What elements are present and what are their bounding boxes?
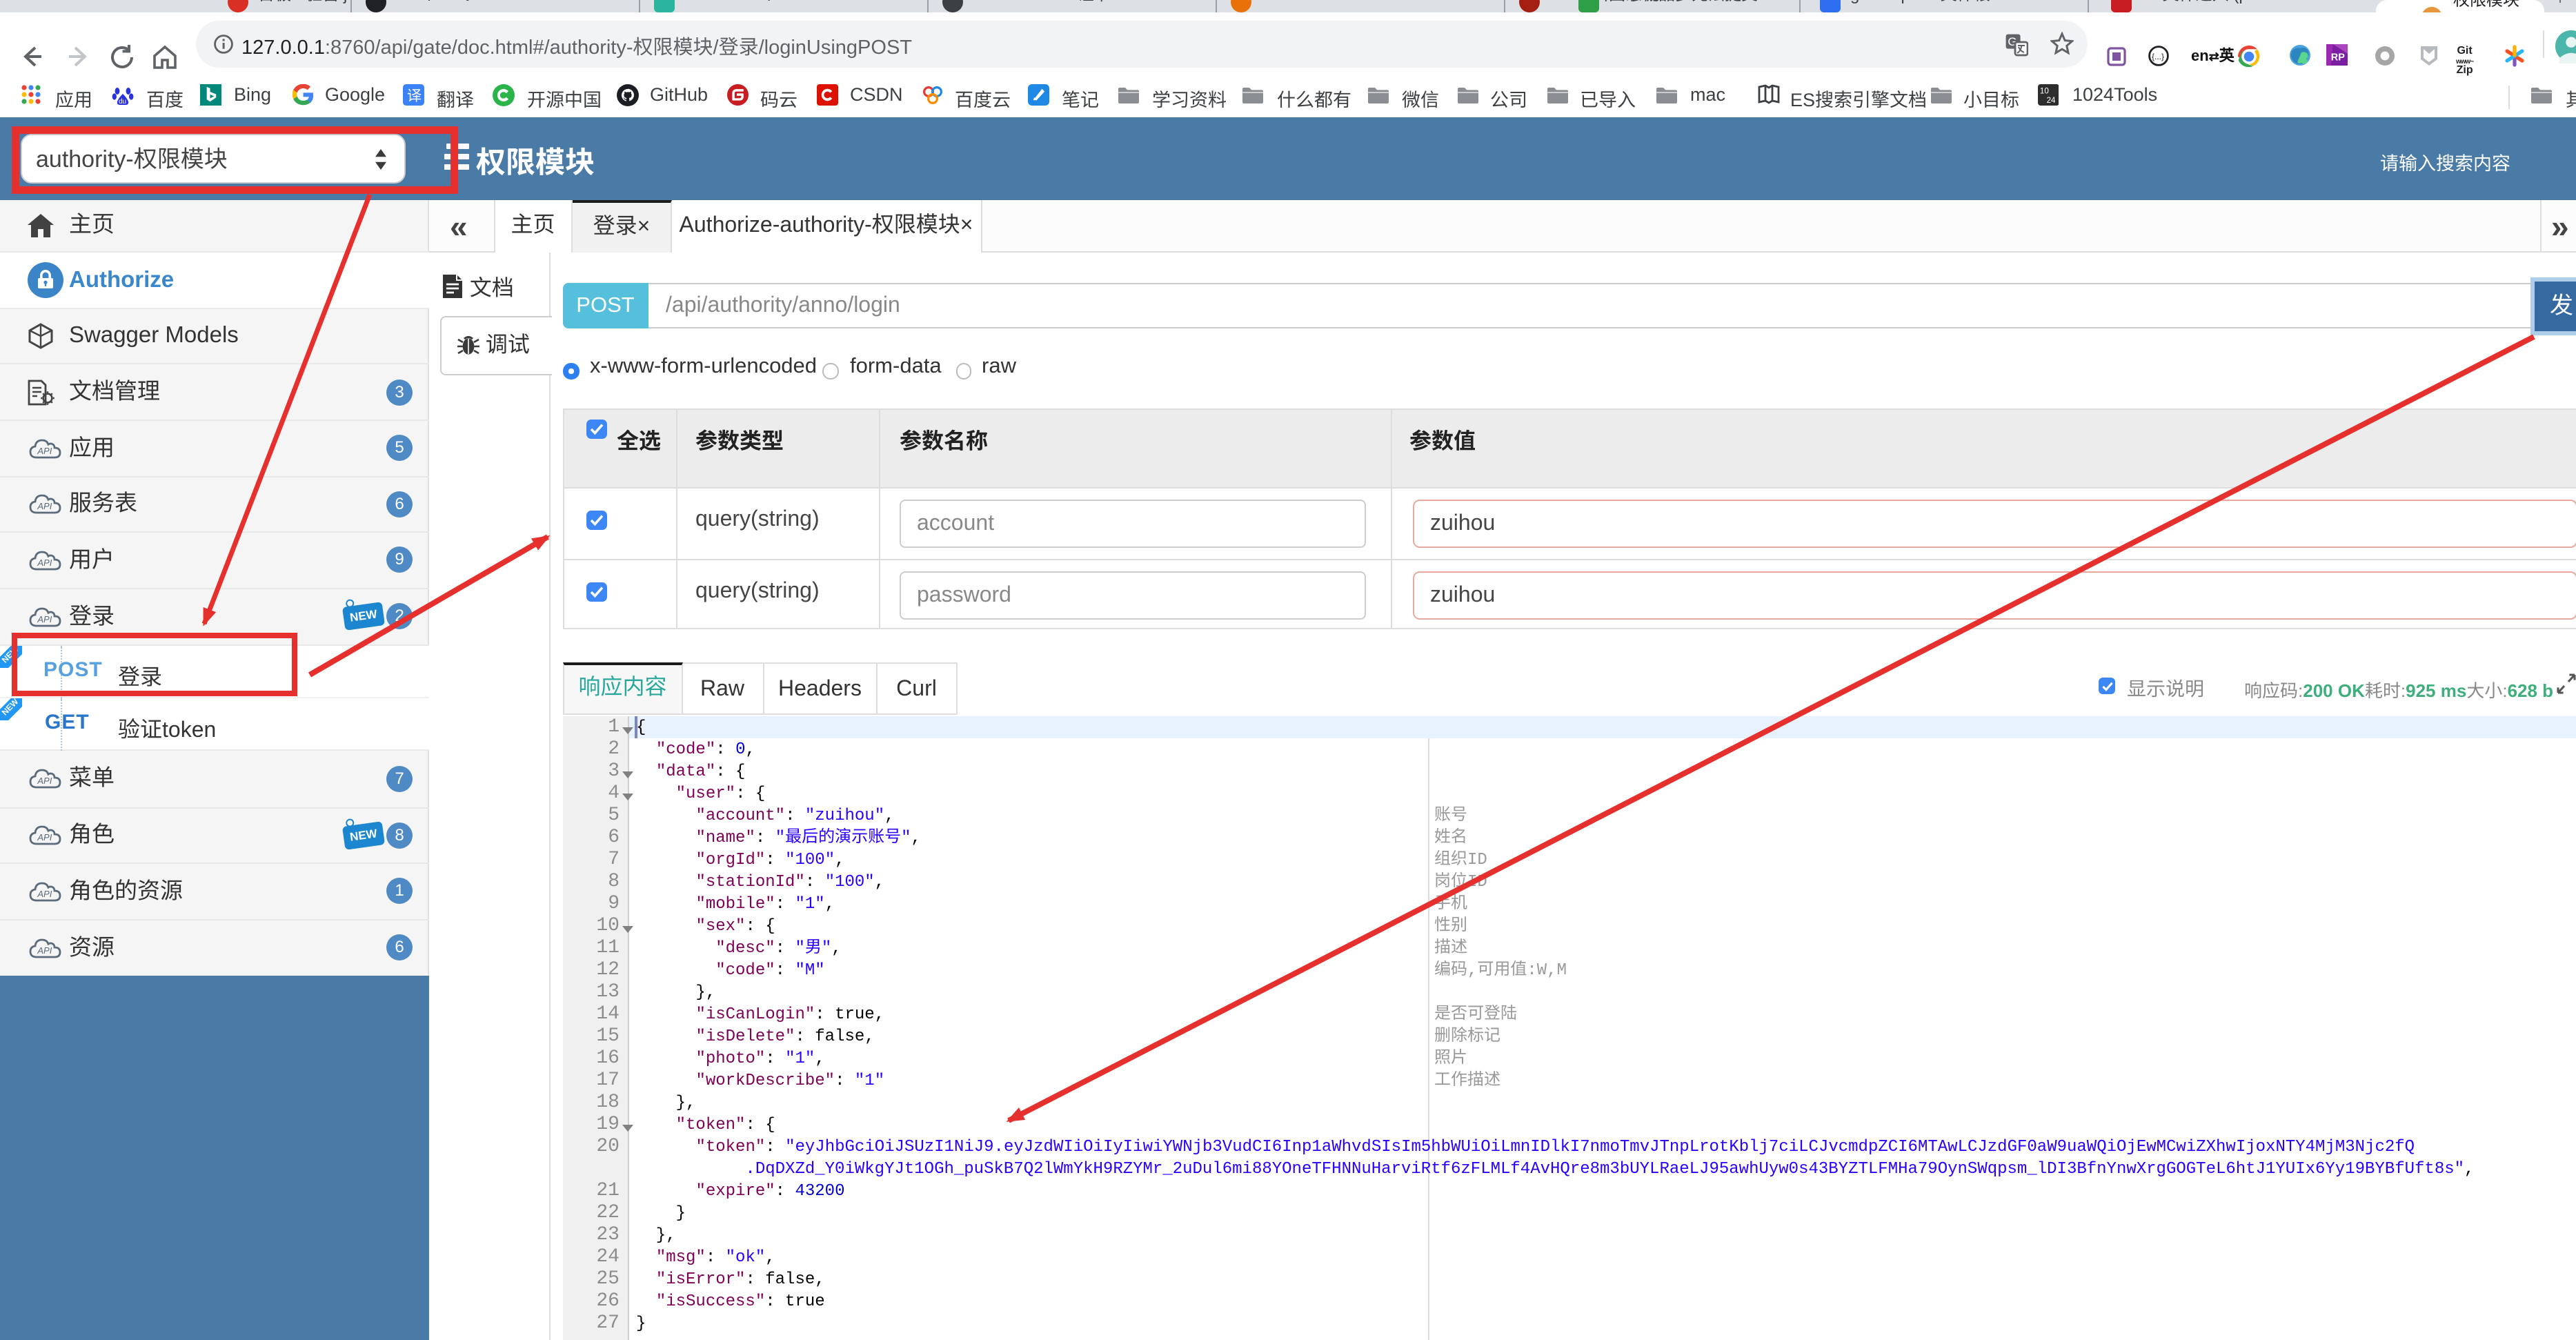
svg-text:24: 24 xyxy=(2046,96,2055,105)
svg-text:10: 10 xyxy=(2039,87,2048,96)
svg-text:译: 译 xyxy=(407,88,422,104)
svg-text:RP: RP xyxy=(2331,52,2345,63)
svg-text:{...}: {...} xyxy=(2152,52,2164,61)
svg-text:du: du xyxy=(119,98,126,106)
